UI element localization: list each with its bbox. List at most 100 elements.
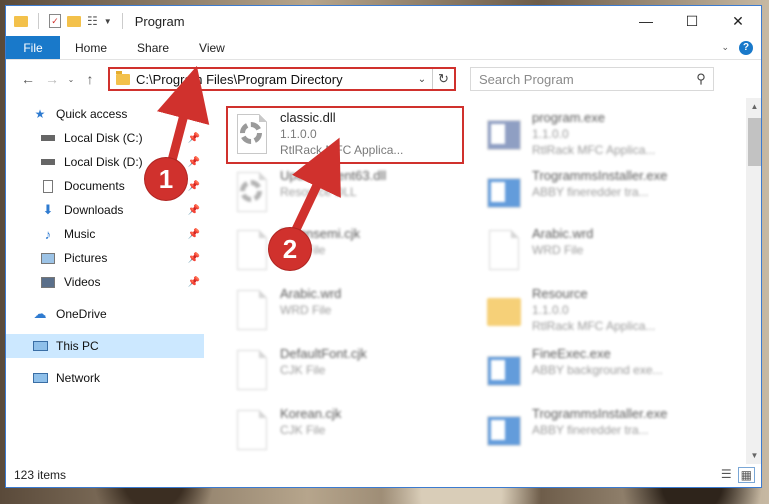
exe-file-icon [486,348,522,394]
address-dropdown-icon[interactable]: ⌄ [412,74,432,85]
file-meta: Arabic.wrd WRD File [280,284,341,318]
pin-icon[interactable]: 📌 [188,181,200,192]
up-button[interactable]: ↑ [78,67,102,91]
address-row: ← → ⌄ ↑ C:\Program Files\Program Directo… [6,60,761,98]
tab-view[interactable]: View [184,36,240,59]
step-badge-1: 1 [145,158,187,200]
file-page-icon [237,350,267,390]
nav-item-local-disk-c[interactable]: Local Disk (C:) 📌 [6,126,204,150]
back-button[interactable]: ← [16,67,40,91]
documents-icon [40,179,56,193]
properties-icon[interactable]: ✓ [49,14,61,28]
maximize-button[interactable]: ☐ [669,6,715,36]
file-item[interactable]: FineExec.exe ABBY background exe... [480,344,720,400]
file-item[interactable]: Dsignsemi.cjk CJK File [228,224,468,280]
file-item[interactable]: TrogrammsInstaller.exe ABBY fineredder t… [480,404,720,460]
forward-button[interactable]: → [40,67,64,91]
nav-item-music[interactable]: ♪ Music 📌 [6,222,204,246]
file-detail: ABBY fineredder tra... [532,423,649,437]
expand-ribbon-icon[interactable]: ⌄ [721,42,729,53]
file-item[interactable]: Korean.cjk CJK File [228,404,468,460]
help-icon[interactable]: ? [739,40,753,55]
file-item[interactable]: Arabic.wrd WRD File [228,284,468,340]
dll-file-icon [234,170,270,216]
pin-icon[interactable]: 📌 [188,205,200,216]
file-item-classic-dll[interactable]: classic.dll 1.1.0.0 RtlRack MFC Applica.… [228,108,468,164]
minimize-button[interactable]: — [623,6,669,36]
file-name: Resource [532,286,588,301]
pin-icon[interactable]: 📌 [188,253,200,264]
file-item[interactable]: Resource 1.1.0.0 RtlRack MFC Applica... [480,284,720,340]
search-icon[interactable]: ⚲ [689,71,713,87]
file-meta: classic.dll 1.1.0.0 RtlRack MFC Applica.… [280,108,403,158]
refresh-button[interactable]: ↻ [432,69,454,89]
videos-icon [40,275,56,289]
tab-home[interactable]: Home [60,36,122,59]
app-window-icon [487,356,521,386]
explorer-window: ✓ ☷ ▼ Program — ☐ ✕ File Home Share View… [5,5,762,488]
file-page-icon [489,230,519,270]
quick-access-toolbar: ✓ ☷ ▼ [14,13,127,29]
pin-icon[interactable]: 📌 [188,277,200,288]
details-view-icon[interactable]: ☰ [721,467,732,483]
nav-item-network[interactable]: Network [6,366,204,390]
cloud-icon: ☁ [33,306,47,321]
file-name: FineExec.exe [532,346,611,361]
file-meta: Arabic.wrd WRD File [532,224,593,258]
pin-icon[interactable]: 📌 [188,229,200,240]
folder-icon [116,70,130,85]
scrollbar-thumb[interactable] [748,118,761,166]
document-file-icon [234,408,270,454]
customize-dropdown-icon[interactable]: ▼ [104,17,112,26]
nav-item-pictures[interactable]: Pictures 📌 [6,246,204,270]
file-item[interactable]: TrogrammsInstaller.exe ABBY fineredder t… [480,166,720,222]
tab-share[interactable]: Share [122,36,184,59]
file-item[interactable]: program.exe 1.1.0.0 RtlRack MFC Applica.… [480,108,720,164]
music-icon: ♪ [44,226,52,242]
scroll-up-icon[interactable]: ▲ [746,98,761,115]
nav-item-downloads[interactable]: ⬇ Downloads 📌 [6,198,204,222]
tiles-view-icon[interactable]: ▦ [737,466,755,483]
file-meta: Resource 1.1.0.0 RtlRack MFC Applica... [532,284,655,334]
address-path[interactable]: C:\Program Files\Program Directory [136,72,412,87]
exe-file-icon [486,170,522,216]
window-controls: — ☐ ✕ [623,6,761,36]
new-folder-icon[interactable] [67,15,81,27]
vertical-scrollbar[interactable]: ▲ ▼ [746,98,761,464]
app-window-icon [487,120,521,150]
file-list: classic.dll 1.1.0.0 RtlRack MFC Applica.… [204,98,761,464]
close-button[interactable]: ✕ [715,6,761,36]
nav-item-label: Pictures [64,251,108,265]
address-bar[interactable]: C:\Program Files\Program Directory ⌄ ↻ [108,67,456,91]
pin-icon[interactable]: 📌 [188,157,200,168]
search-input[interactable]: Search Program ⚲ [470,67,714,91]
recent-locations-icon[interactable]: ⌄ [64,67,78,91]
nav-item-this-pc[interactable]: This PC [6,334,204,358]
file-name: Arabic.wrd [280,286,342,301]
gear-icon [240,180,262,202]
file-name: Korean.cjk [280,406,342,421]
file-description: RtlRack MFC Applica... [280,143,404,157]
nav-item-label: Quick access [56,107,128,121]
nav-item-videos[interactable]: Videos 📌 [6,270,204,294]
file-page-icon [237,410,267,450]
file-item[interactable]: Arabic.wrd WRD File [480,224,720,280]
tab-file[interactable]: File [6,36,60,59]
nav-item-quick-access[interactable]: ★ Quick access [6,102,204,126]
file-item[interactable]: UpdateClient63.dll Resource DLL [228,166,468,222]
view-options-icon[interactable]: ☷ [87,14,98,28]
pin-icon[interactable]: 📌 [188,133,200,144]
file-detail: CJK File [280,423,326,437]
nav-item-label: Local Disk (C:) [64,131,143,145]
nav-item-label: Documents [64,179,125,193]
nav-item-label: Music [64,227,96,241]
file-name: TrogrammsInstaller.exe [532,406,668,421]
title-bar: ✓ ☷ ▼ Program — ☐ ✕ [6,6,761,36]
nav-item-onedrive[interactable]: ☁ OneDrive [6,302,204,326]
file-detail: ABBY fineredder tra... [532,185,649,199]
pictures-icon [40,251,56,265]
file-item[interactable]: DefaultFont.cjk CJK File [228,344,468,400]
dll-file-icon [234,112,270,158]
window-title: Program [134,13,185,29]
file-meta: Korean.cjk CJK File [280,404,341,438]
